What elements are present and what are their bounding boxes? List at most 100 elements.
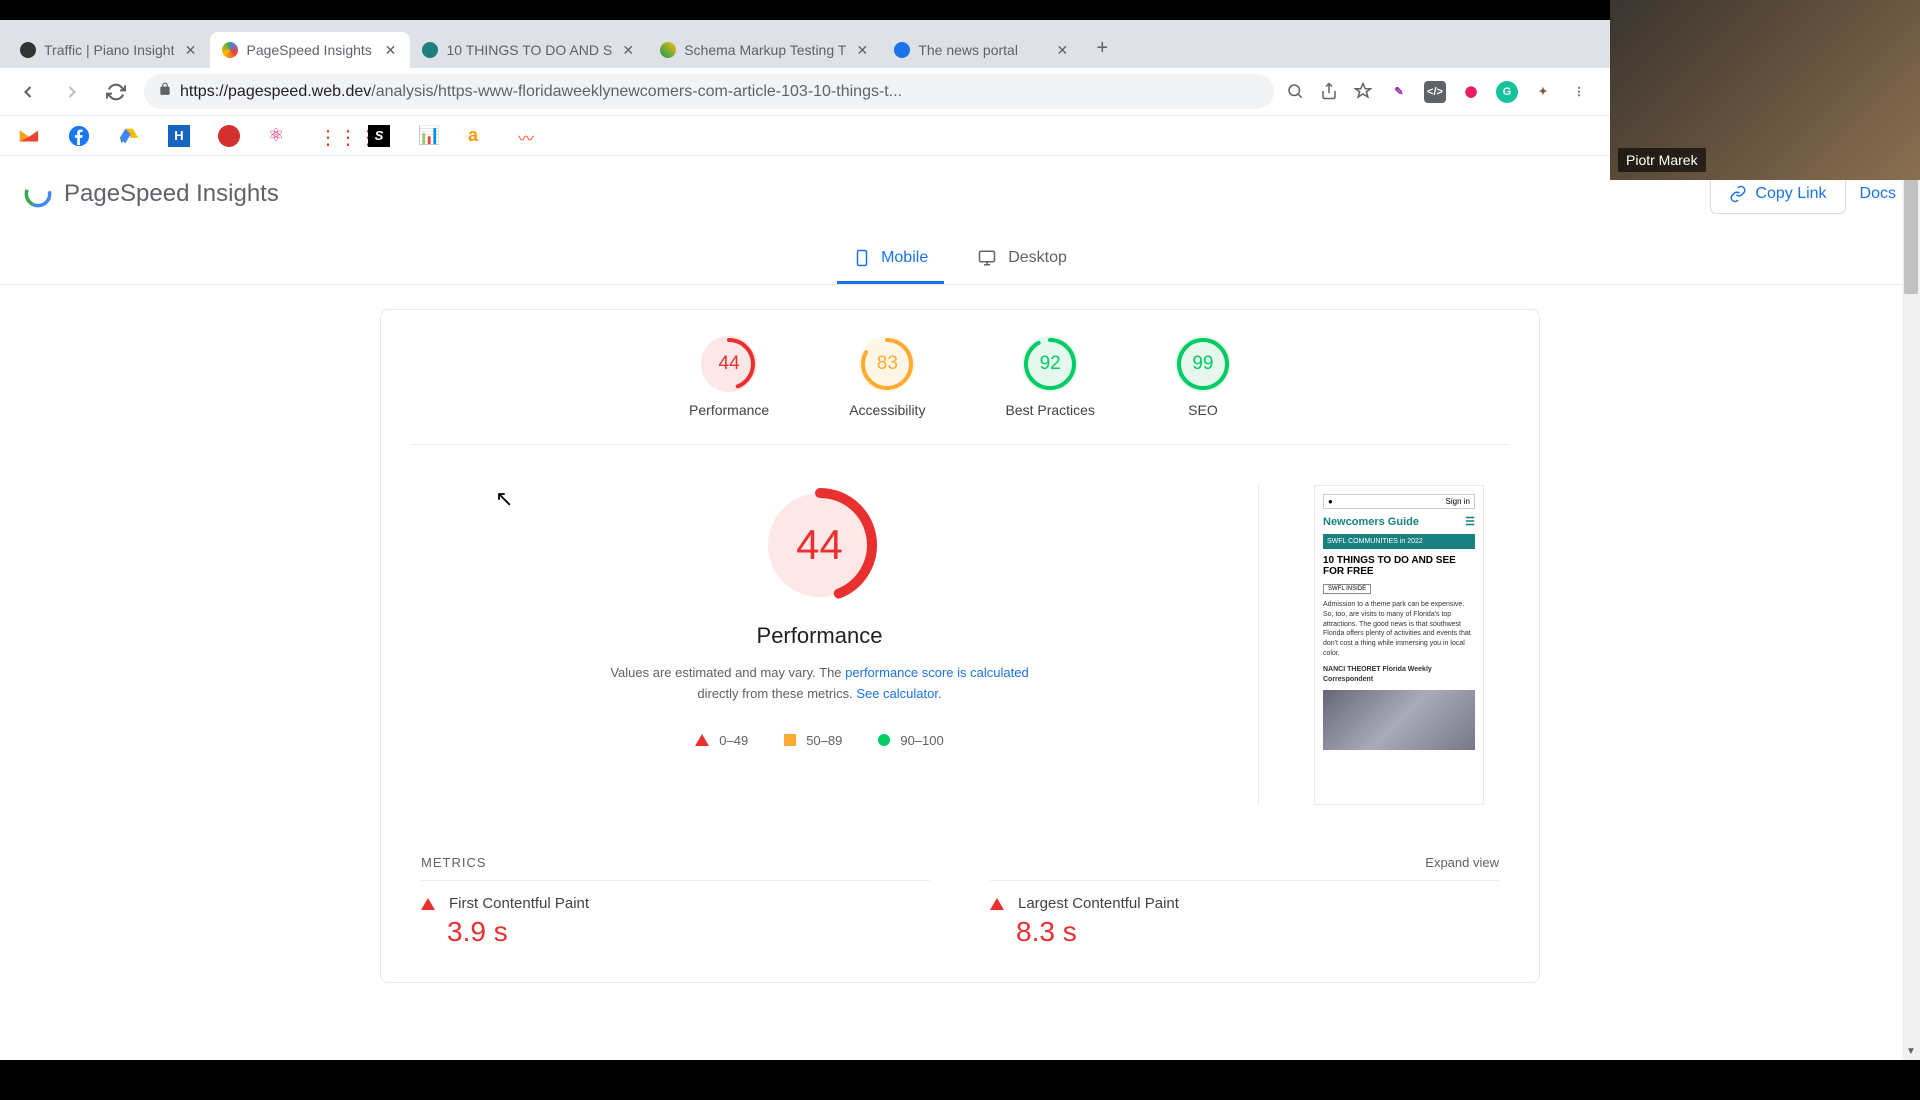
star-icon[interactable]: [1354, 82, 1374, 102]
url-text: https://pagespeed.web.dev/analysis/https…: [180, 83, 1260, 101]
bookmark-icon[interactable]: ⚛: [268, 125, 290, 147]
gauge-label: Best Practices: [1005, 402, 1094, 418]
lock-icon: [158, 82, 172, 101]
extension-icon[interactable]: </>: [1424, 81, 1446, 103]
gmail-icon[interactable]: [18, 125, 40, 147]
browser-tab-10things[interactable]: 10 THINGS TO DO AND S ✕: [410, 32, 648, 68]
scrollbar[interactable]: ▲ ▼: [1902, 156, 1920, 1060]
metric-name: Largest Contentful Paint: [1018, 895, 1179, 912]
favicon-icon: [894, 42, 910, 58]
divider: [1258, 485, 1259, 805]
favicon-icon: [422, 42, 438, 58]
browser-tab-schema[interactable]: Schema Markup Testing T ✕: [648, 32, 882, 68]
gauge-best-practices[interactable]: 92 Best Practices: [1005, 336, 1094, 418]
google-apps-icon[interactable]: ⋮⋮⋮: [318, 125, 340, 147]
new-tab-button[interactable]: +: [1086, 32, 1118, 64]
pass-icon: [878, 734, 890, 746]
gauges-row: 44 Performance 83 Accessibility 92 Best …: [411, 310, 1509, 445]
performance-gauge: 44: [760, 485, 880, 605]
tab-title: 10 THINGS TO DO AND S: [446, 42, 612, 58]
favicon-icon: [660, 42, 676, 58]
gauge-accessibility[interactable]: 83 Accessibility: [849, 336, 925, 418]
calculator-link[interactable]: See calculator: [856, 686, 938, 701]
performance-score: 44: [796, 521, 843, 569]
page-content: PageSpeed Insights Copy Link Docs Mobile…: [0, 156, 1920, 1060]
average-icon: [784, 734, 796, 746]
amazon-icon[interactable]: a: [468, 125, 490, 147]
extension-icon[interactable]: ⬤: [1460, 81, 1482, 103]
metric-value: 8.3 s: [1016, 916, 1499, 948]
hamburger-icon: ☰: [1465, 515, 1475, 528]
tab-title: PageSpeed Insights: [246, 42, 374, 58]
browser-tab-pagespeed[interactable]: PageSpeed Insights ✕: [210, 32, 410, 68]
desktop-icon: [976, 249, 998, 267]
fail-icon: [421, 898, 435, 910]
docs-link[interactable]: Docs: [1860, 185, 1896, 203]
performance-title: Performance: [757, 623, 883, 649]
bookmark-icon[interactable]: H: [168, 125, 190, 147]
forward-button[interactable]: [56, 76, 88, 108]
favicon-icon: [20, 42, 36, 58]
screenshot-preview: ●Sign in Newcomers Guide☰ SWFL COMMUNITI…: [1299, 485, 1499, 805]
cursor-icon: ↖: [495, 486, 513, 512]
bookmark-icon[interactable]: S: [368, 125, 390, 147]
score-legend: 0–49 50–89 90–100: [695, 733, 943, 748]
google-drive-icon[interactable]: [118, 125, 140, 147]
facebook-icon[interactable]: [68, 125, 90, 147]
fail-icon: [695, 734, 709, 746]
scroll-down-icon[interactable]: ▼: [1902, 1042, 1920, 1060]
close-icon[interactable]: ✕: [854, 42, 870, 58]
extensions-menu-icon[interactable]: ⋮: [1568, 81, 1590, 103]
page-title: PageSpeed Insights: [64, 180, 279, 208]
bookmark-icon[interactable]: 📊: [418, 125, 440, 147]
calc-link[interactable]: performance score is calculated: [845, 665, 1029, 680]
psi-logo-icon: [24, 180, 52, 208]
browser-tab-traffic[interactable]: Traffic | Piano Insight ✕: [8, 32, 210, 68]
gauge-label: Accessibility: [849, 402, 925, 418]
metrics-label: METRICS: [421, 855, 487, 870]
scroll-thumb[interactable]: [1904, 174, 1918, 294]
copy-link-label: Copy Link: [1755, 185, 1826, 203]
extension-icon[interactable]: ✦: [1532, 81, 1554, 103]
gauge-label: SEO: [1188, 402, 1218, 418]
expand-view-button[interactable]: Expand view: [1425, 855, 1499, 870]
copy-link-button[interactable]: Copy Link: [1710, 174, 1845, 214]
reload-button[interactable]: [100, 76, 132, 108]
tab-title: The news portal: [918, 42, 1046, 58]
url-input[interactable]: https://pagespeed.web.dev/analysis/https…: [144, 74, 1274, 109]
link-icon: [1729, 185, 1747, 203]
metric-name: First Contentful Paint: [449, 895, 589, 912]
performance-description: Values are estimated and may vary. The p…: [600, 663, 1040, 705]
tab-title: Schema Markup Testing T: [684, 42, 846, 58]
webcam-overlay: Piotr Marek: [1610, 0, 1920, 180]
close-icon[interactable]: ✕: [382, 42, 398, 58]
tab-label: Mobile: [881, 249, 928, 267]
browser-tab-newsportal[interactable]: The news portal ✕: [882, 32, 1082, 68]
extension-grammarly-icon[interactable]: G: [1496, 81, 1518, 103]
metrics-header: METRICS Expand view: [381, 825, 1539, 880]
metric-value: 3.9 s: [447, 916, 930, 948]
metric-item: First Contentful Paint 3.9 s: [421, 880, 930, 962]
device-tabs: Mobile Desktop: [0, 232, 1920, 285]
close-icon[interactable]: ✕: [182, 42, 198, 58]
search-icon[interactable]: [1286, 82, 1306, 102]
tab-mobile[interactable]: Mobile: [829, 232, 952, 284]
favicon-icon: [222, 42, 238, 58]
back-button[interactable]: [12, 76, 44, 108]
metrics-grid: First Contentful Paint 3.9 s Largest Con…: [381, 880, 1539, 962]
share-icon[interactable]: [1320, 82, 1340, 102]
bookmark-icon[interactable]: 〰: [518, 125, 540, 147]
tab-title: Traffic | Piano Insight: [44, 42, 174, 58]
mobile-icon: [853, 246, 871, 270]
extension-icon[interactable]: ✎: [1388, 81, 1410, 103]
close-icon[interactable]: ✕: [620, 42, 636, 58]
metric-item: Largest Contentful Paint 8.3 s: [990, 880, 1499, 962]
tab-label: Desktop: [1008, 249, 1067, 267]
report-card: 44 Performance 83 Accessibility 92 Best …: [380, 309, 1540, 983]
tab-desktop[interactable]: Desktop: [952, 232, 1091, 284]
gauge-performance[interactable]: 44 Performance: [689, 336, 769, 418]
gauge-seo[interactable]: 99 SEO: [1175, 336, 1231, 418]
close-icon[interactable]: ✕: [1054, 42, 1070, 58]
bookmark-icon[interactable]: [218, 125, 240, 147]
participant-name: Piotr Marek: [1618, 148, 1706, 172]
